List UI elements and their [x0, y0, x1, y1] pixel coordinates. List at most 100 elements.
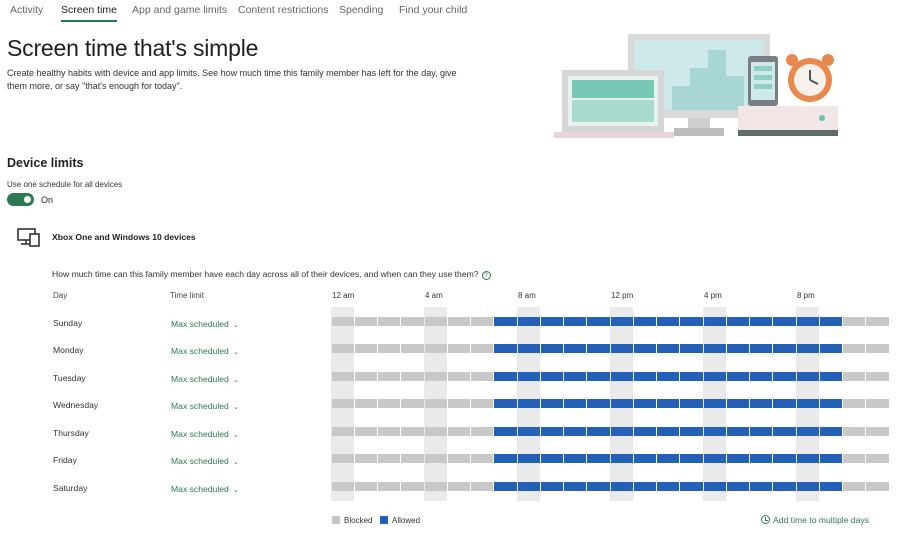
tab-screen-time[interactable]: Screen time	[61, 4, 118, 22]
hour-cell[interactable]	[331, 344, 354, 353]
hour-cell[interactable]	[401, 317, 424, 326]
hour-cell[interactable]	[610, 317, 633, 326]
tab-activity[interactable]: Activity	[10, 4, 43, 16]
tab-content-restrictions[interactable]: Content restrictions	[238, 4, 328, 16]
hour-cell[interactable]	[680, 372, 703, 381]
hour-cell[interactable]	[819, 344, 842, 353]
hour-cell[interactable]	[587, 482, 610, 491]
hour-cell[interactable]	[773, 317, 796, 326]
hour-cell[interactable]	[424, 344, 447, 353]
hour-cell[interactable]	[401, 454, 424, 463]
hour-cell[interactable]	[796, 399, 819, 408]
hour-cell[interactable]	[657, 344, 680, 353]
hour-cell[interactable]	[471, 427, 494, 436]
hour-cell[interactable]	[657, 317, 680, 326]
hour-cell[interactable]	[703, 482, 726, 491]
hour-cell[interactable]	[540, 454, 563, 463]
hour-cell[interactable]	[331, 372, 354, 381]
hour-cell[interactable]	[819, 399, 842, 408]
hour-cell[interactable]	[447, 372, 470, 381]
hour-cell[interactable]	[587, 454, 610, 463]
hour-cell[interactable]	[866, 482, 889, 491]
hour-cell[interactable]	[354, 482, 377, 491]
schedule-grid[interactable]	[331, 307, 889, 501]
hour-cell[interactable]	[750, 427, 773, 436]
hour-cell[interactable]	[610, 427, 633, 436]
hour-cell[interactable]	[447, 344, 470, 353]
hour-cell[interactable]	[424, 372, 447, 381]
hour-cell[interactable]	[587, 344, 610, 353]
tab-app-and-game-limits[interactable]: App and game limits	[132, 4, 227, 16]
hour-cell[interactable]	[633, 399, 656, 408]
hour-cell[interactable]	[703, 399, 726, 408]
hour-cell[interactable]	[703, 427, 726, 436]
hour-cell[interactable]	[726, 317, 749, 326]
hour-cell[interactable]	[354, 372, 377, 381]
hour-cell[interactable]	[378, 344, 401, 353]
hour-cell[interactable]	[843, 372, 866, 381]
hour-cell[interactable]	[680, 454, 703, 463]
hour-cell[interactable]	[517, 344, 540, 353]
hour-cell[interactable]	[447, 427, 470, 436]
hour-cell[interactable]	[331, 317, 354, 326]
hour-cell[interactable]	[587, 372, 610, 381]
hour-cell[interactable]	[517, 317, 540, 326]
hour-cell[interactable]	[447, 454, 470, 463]
hour-cell[interactable]	[657, 399, 680, 408]
hour-cell[interactable]	[703, 454, 726, 463]
hour-cell[interactable]	[517, 427, 540, 436]
hour-cell[interactable]	[819, 454, 842, 463]
hour-cell[interactable]	[750, 399, 773, 408]
hour-cell[interactable]	[354, 454, 377, 463]
hour-cell[interactable]	[866, 399, 889, 408]
hour-cell[interactable]	[471, 344, 494, 353]
hour-cell[interactable]	[517, 482, 540, 491]
hour-cell[interactable]	[378, 482, 401, 491]
hour-cell[interactable]	[564, 454, 587, 463]
hour-cell[interactable]	[540, 344, 563, 353]
hour-cell[interactable]	[657, 482, 680, 491]
hour-cell[interactable]	[447, 482, 470, 491]
hour-cell[interactable]	[587, 317, 610, 326]
hour-cell[interactable]	[378, 317, 401, 326]
hour-cell[interactable]	[331, 454, 354, 463]
hour-cell[interactable]	[424, 399, 447, 408]
hour-cell[interactable]	[494, 427, 517, 436]
hour-cell[interactable]	[494, 399, 517, 408]
hour-cell[interactable]	[866, 344, 889, 353]
hour-cell[interactable]	[843, 344, 866, 353]
hour-cell[interactable]	[354, 427, 377, 436]
time-limit-dropdown-friday[interactable]: Max scheduled ⌄	[171, 456, 239, 466]
hour-cell[interactable]	[494, 454, 517, 463]
hour-cell[interactable]	[447, 317, 470, 326]
hour-cell[interactable]	[378, 372, 401, 381]
hour-cell[interactable]	[517, 399, 540, 408]
hour-cell[interactable]	[773, 372, 796, 381]
tab-spending[interactable]: Spending	[339, 4, 383, 16]
hour-cell[interactable]	[378, 427, 401, 436]
hour-cell[interactable]	[866, 427, 889, 436]
hour-cell[interactable]	[633, 372, 656, 381]
one-schedule-toggle[interactable]	[7, 193, 34, 206]
hour-cell[interactable]	[331, 399, 354, 408]
hour-cell[interactable]	[471, 482, 494, 491]
hour-cell[interactable]	[494, 317, 517, 326]
hour-cell[interactable]	[494, 482, 517, 491]
hour-cell[interactable]	[866, 454, 889, 463]
hour-cell[interactable]	[703, 344, 726, 353]
hour-cell[interactable]	[633, 454, 656, 463]
help-circle-icon[interactable]: ?	[481, 271, 491, 280]
hour-cell[interactable]	[796, 344, 819, 353]
hour-cell[interactable]	[843, 399, 866, 408]
time-limit-dropdown-wednesday[interactable]: Max scheduled ⌄	[171, 401, 239, 411]
hour-cell[interactable]	[819, 482, 842, 491]
time-limit-dropdown-monday[interactable]: Max scheduled ⌄	[171, 346, 239, 356]
tab-find-your-child[interactable]: Find your child	[399, 4, 467, 16]
hour-cell[interactable]	[587, 399, 610, 408]
hour-cell[interactable]	[378, 454, 401, 463]
hour-cell[interactable]	[680, 482, 703, 491]
hour-cell[interactable]	[424, 482, 447, 491]
hour-cell[interactable]	[517, 454, 540, 463]
hour-cell[interactable]	[703, 317, 726, 326]
hour-cell[interactable]	[564, 317, 587, 326]
